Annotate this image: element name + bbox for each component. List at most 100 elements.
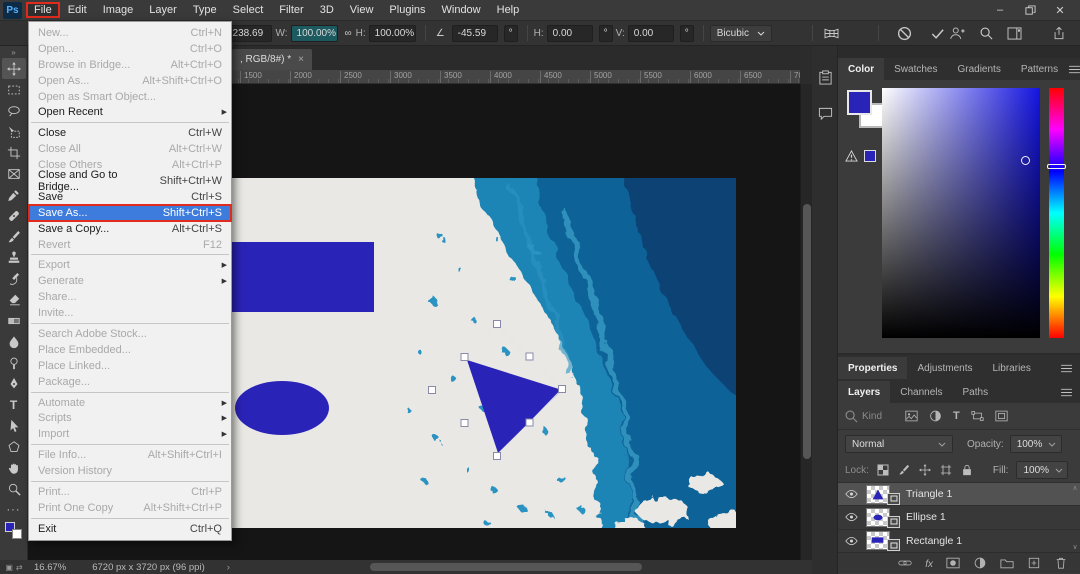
height-field[interactable]: 100.00%	[369, 25, 416, 42]
menubar-item-select[interactable]: Select	[225, 2, 272, 18]
clone-stamp-tool[interactable]	[2, 247, 26, 268]
crop-tool[interactable]	[2, 142, 26, 163]
workspace-switcher-icon[interactable]	[1007, 27, 1022, 40]
rotation-field[interactable]: -45.59	[452, 25, 498, 42]
move-tool[interactable]	[2, 58, 26, 79]
version-history-panel-icon[interactable]	[812, 64, 838, 90]
layer-visibility-eye-icon[interactable]	[842, 489, 860, 499]
gamut-color-swatch[interactable]	[864, 150, 876, 162]
rotate-view-icon[interactable]: ⇄	[16, 563, 23, 572]
chain-icon[interactable]	[898, 557, 912, 569]
opacity-dropdown[interactable]: 100%	[1010, 435, 1062, 453]
share-for-review-icon[interactable]	[949, 26, 965, 40]
rectangle-shape[interactable]	[232, 242, 374, 312]
menubar-item-layer[interactable]: Layer	[141, 2, 185, 18]
adjustment-icon[interactable]	[973, 557, 987, 569]
commit-transform-icon[interactable]	[930, 26, 945, 41]
vertical-scrollbar[interactable]	[800, 84, 812, 560]
edit-toolbar-tool[interactable]: ···	[2, 499, 26, 520]
foreground-color-swatch-large[interactable]	[847, 90, 872, 115]
eyedropper-tool[interactable]	[2, 184, 26, 205]
layer-thumbnail[interactable]	[866, 531, 900, 550]
lock-move-icon[interactable]	[919, 464, 931, 476]
minimize-icon[interactable]: –	[986, 1, 1014, 20]
tab-gradients[interactable]: Gradients	[947, 58, 1010, 80]
file-menu-item-close[interactable]: CloseCtrl+W	[29, 125, 231, 141]
v-skew-field[interactable]: 0.00	[628, 25, 674, 42]
file-menu-item-exit[interactable]: ExitCtrl+Q	[29, 521, 231, 537]
trash-icon[interactable]	[1054, 557, 1068, 569]
lock-brush-icon[interactable]	[898, 464, 910, 476]
toolbar-collapse-icon[interactable]: »	[11, 48, 15, 58]
menubar-item-edit[interactable]: Edit	[60, 2, 95, 18]
rectangular-marquee-tool[interactable]	[2, 79, 26, 100]
interpolation-dropdown[interactable]: Bicubic	[710, 25, 772, 42]
tab-layers[interactable]: Layers	[838, 381, 890, 403]
hue-slider[interactable]	[1049, 88, 1064, 338]
menubar-item-view[interactable]: View	[342, 2, 382, 18]
panel-menu-icon[interactable]	[1060, 364, 1080, 373]
tab-adjustments[interactable]: Adjustments	[907, 357, 982, 379]
search-icon[interactable]	[979, 26, 993, 40]
saturation-value-field[interactable]	[882, 88, 1040, 338]
tab-close-icon[interactable]: ×	[298, 54, 304, 65]
tab-swatches[interactable]: Swatches	[884, 58, 947, 80]
filter-adjustment-icon[interactable]	[929, 410, 942, 422]
type-tool[interactable]: T	[2, 394, 26, 415]
close-icon[interactable]: ✕	[1046, 1, 1074, 20]
status-popup-chevron[interactable]: ›	[227, 562, 230, 573]
menubar-item-filter[interactable]: Filter	[271, 2, 311, 18]
file-menu-item-close-and-go-to-bridge[interactable]: Close and Go to Bridge...Shift+Ctrl+W	[29, 173, 231, 189]
panel-menu-icon[interactable]	[1060, 388, 1080, 397]
screen-mode-icon[interactable]: ▣	[5, 563, 13, 572]
menubar-item-image[interactable]: Image	[95, 2, 142, 18]
zoom-tool[interactable]	[2, 478, 26, 499]
filter-smart-object-icon[interactable]	[995, 410, 1008, 422]
zoom-level-field[interactable]: 16.67%	[34, 562, 66, 573]
fill-dropdown[interactable]: 100%	[1016, 461, 1068, 479]
layer-thumbnail[interactable]	[866, 508, 900, 527]
document-tab[interactable]: , RGB/8#) * ×	[232, 49, 312, 70]
toolbar-color-swatches[interactable]	[4, 522, 24, 540]
tab-channels[interactable]: Channels	[890, 381, 952, 403]
healing-brush-tool[interactable]	[2, 205, 26, 226]
frame-tool[interactable]	[2, 163, 26, 184]
path-selection-tool[interactable]	[2, 415, 26, 436]
layer-row-rectangle[interactable]: Rectangle 1	[838, 530, 1080, 552]
file-menu-item-save[interactable]: SaveCtrl+S	[29, 189, 231, 205]
layer-visibility-eye-icon[interactable]	[842, 536, 860, 546]
cancel-transform-icon[interactable]	[897, 26, 912, 41]
layer-row-ellipse[interactable]: Ellipse 1	[838, 506, 1080, 529]
restore-icon[interactable]	[1016, 1, 1044, 20]
hue-slider-handle[interactable]	[1047, 164, 1066, 169]
comments-panel-icon[interactable]	[812, 100, 838, 126]
lock-artboard-icon[interactable]	[940, 464, 952, 476]
menubar-item-3d[interactable]: 3D	[312, 2, 342, 18]
object-selection-tool[interactable]	[2, 121, 26, 142]
tab-color[interactable]: Color	[838, 58, 884, 80]
blend-mode-dropdown[interactable]: Normal	[845, 435, 953, 453]
file-menu-item-save-as[interactable]: Save As...Shift+Ctrl+S	[29, 205, 231, 221]
dodge-tool[interactable]	[2, 352, 26, 373]
panel-menu-icon[interactable]	[1068, 65, 1080, 74]
brush-tool[interactable]	[2, 226, 26, 247]
blur-tool[interactable]	[2, 331, 26, 352]
horizontal-scrollbar-thumb[interactable]	[370, 563, 642, 571]
share-icon[interactable]	[1052, 26, 1066, 40]
mask-icon[interactable]	[946, 557, 960, 569]
tab-patterns[interactable]: Patterns	[1011, 58, 1068, 80]
layer-name[interactable]: Rectangle 1	[906, 535, 962, 547]
warp-mode-icon[interactable]	[823, 27, 840, 40]
hand-tool[interactable]	[2, 457, 26, 478]
ellipse-shape[interactable]	[235, 381, 329, 435]
layer-row-triangle[interactable]: Triangle 1	[838, 483, 1080, 506]
tab-paths[interactable]: Paths	[953, 381, 999, 403]
tab-properties[interactable]: Properties	[838, 357, 907, 379]
history-brush-tool[interactable]	[2, 268, 26, 289]
shape-tool[interactable]	[2, 436, 26, 457]
new-layer-icon[interactable]	[1027, 557, 1041, 569]
gamut-warning-icon[interactable]	[845, 150, 858, 162]
eraser-tool[interactable]	[2, 289, 26, 310]
width-field[interactable]: 100.00%	[291, 25, 338, 42]
vertical-scrollbar-thumb[interactable]	[803, 204, 811, 459]
